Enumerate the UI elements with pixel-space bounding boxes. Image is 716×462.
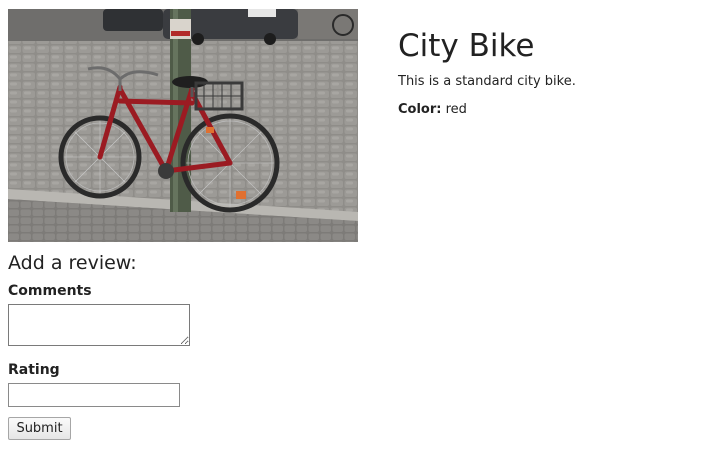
rating-label: Rating [8,362,60,378]
review-heading: Add a review: [8,252,137,274]
product-color: Color: red [398,101,467,118]
submit-button[interactable]: Submit [8,417,71,440]
rating-input[interactable] [8,383,180,407]
comments-textarea[interactable] [8,304,190,346]
product-title: City Bike [398,28,535,64]
color-value: red [445,102,467,117]
color-label: Color: [398,102,442,117]
bike-photo [8,9,358,242]
comments-label: Comments [8,283,92,299]
product-description: This is a standard city bike. [398,74,576,89]
